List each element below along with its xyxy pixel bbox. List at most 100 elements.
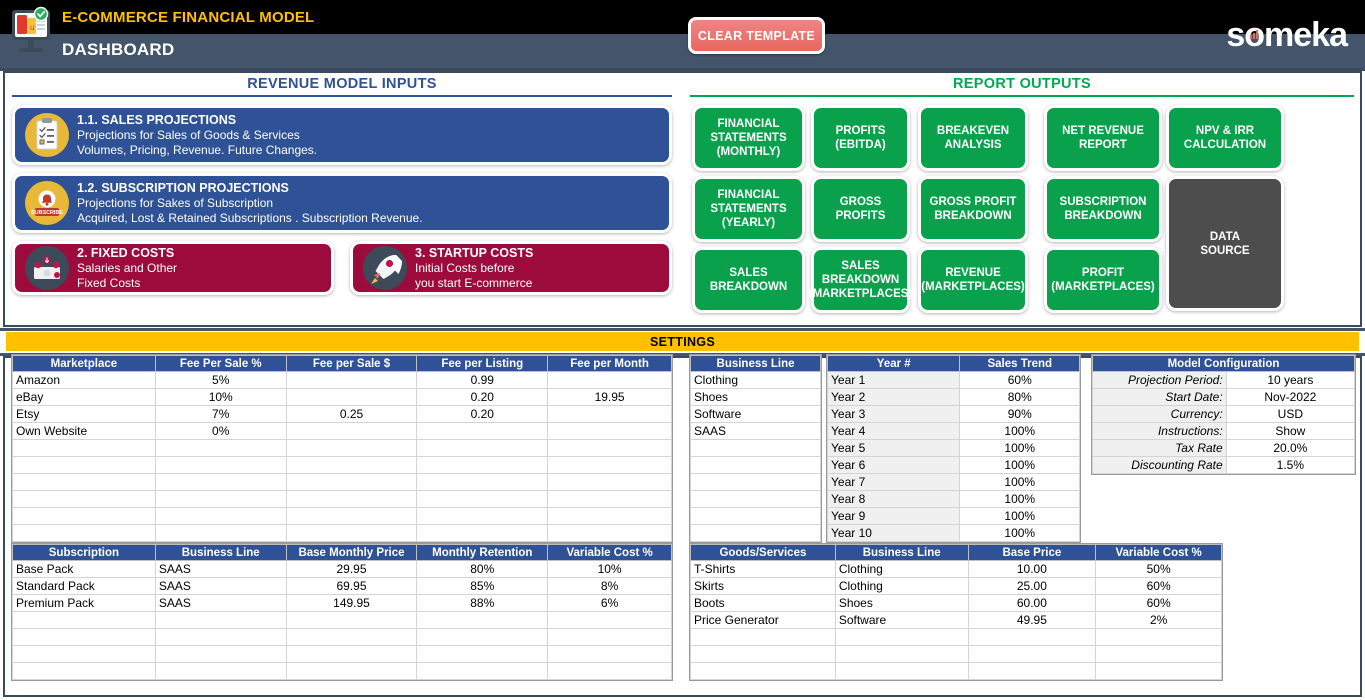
table-row[interactable]: Currency: USD (1092, 405, 1356, 423)
table-cell[interactable]: 25.00 (967, 577, 1097, 595)
table-cell[interactable] (547, 422, 672, 440)
table-cell[interactable] (12, 524, 156, 542)
table-row[interactable]: Base Pack SAAS 29.95 80% 10% (12, 560, 672, 578)
table-cell[interactable]: 49.95 (967, 611, 1097, 629)
table-row[interactable]: Software (690, 405, 821, 423)
table-cell[interactable] (154, 439, 287, 457)
table-row[interactable]: Shoes (690, 388, 821, 406)
table-row[interactable] (12, 611, 672, 629)
table-cell[interactable] (834, 645, 969, 663)
table-cell[interactable] (690, 507, 821, 525)
table-cell[interactable] (416, 645, 549, 663)
table-cell[interactable]: Instructions: (1092, 422, 1227, 440)
table-cell[interactable]: 10% (154, 388, 287, 406)
sales-trend-table[interactable]: Year # Sales Trend Year 1 60% Year 2 80% Year … (826, 354, 1081, 543)
table-cell[interactable] (12, 645, 156, 663)
table-cell[interactable]: 5% (154, 371, 287, 389)
table-cell[interactable] (416, 439, 549, 457)
table-cell[interactable] (12, 662, 156, 680)
sales-projections-button[interactable]: 1.1. SALES PROJECTIONS Projections for S… (12, 105, 672, 165)
table-row[interactable]: Year 8 100% (826, 490, 1080, 508)
table-row[interactable] (690, 628, 1222, 646)
table-cell[interactable] (834, 628, 969, 646)
table-cell[interactable] (547, 439, 672, 457)
table-cell[interactable] (154, 456, 287, 474)
table-cell[interactable] (690, 662, 836, 680)
table-cell[interactable]: Year 6 (826, 456, 961, 474)
subscription-projections-button[interactable]: SUBSCRIBE 1.2. SUBSCRIPTION PROJECTIONS … (12, 173, 672, 233)
table-row[interactable]: Standard Pack SAAS 69.95 85% 8% (12, 577, 672, 595)
table-cell[interactable]: 60% (959, 371, 1080, 389)
table-cell[interactable]: Premium Pack (12, 594, 156, 612)
table-cell[interactable]: Year 4 (826, 422, 961, 440)
report-button-financial-statements-yearly[interactable]: FINANCIAL STATEMENTS (YEARLY) (692, 176, 805, 242)
table-row[interactable]: Instructions: Show (1092, 422, 1356, 440)
report-button-net-revenue-report[interactable]: NET REVENUE REPORT (1044, 105, 1162, 171)
table-cell[interactable]: 149.95 (285, 594, 418, 612)
table-cell[interactable] (690, 439, 821, 457)
report-button-gross-profits[interactable]: GROSS PROFITS (811, 176, 910, 242)
table-cell[interactable]: Year 3 (826, 405, 961, 423)
report-button-gross-profit-breakdown[interactable]: GROSS PROFIT BREAKDOWN (918, 176, 1028, 242)
table-row[interactable]: Year 10 100% (826, 524, 1080, 542)
table-cell[interactable] (690, 628, 836, 646)
table-cell[interactable] (12, 490, 156, 508)
table-cell[interactable]: Skirts (690, 577, 836, 595)
table-cell[interactable] (416, 662, 549, 680)
table-cell[interactable] (1095, 645, 1222, 663)
table-cell[interactable] (416, 490, 549, 508)
table-cell[interactable]: Year 8 (826, 490, 961, 508)
table-row[interactable]: Clothing (690, 371, 821, 389)
table-cell[interactable]: 90% (959, 405, 1080, 423)
table-cell[interactable] (285, 371, 418, 389)
table-cell[interactable]: Etsy (12, 405, 156, 423)
table-cell[interactable] (416, 422, 549, 440)
table-cell[interactable] (285, 422, 418, 440)
table-cell[interactable] (154, 473, 287, 491)
table-cell[interactable] (416, 524, 549, 542)
table-row[interactable] (690, 490, 821, 508)
table-cell[interactable] (285, 524, 418, 542)
table-row[interactable] (12, 439, 672, 457)
table-cell[interactable]: 0.20 (416, 388, 549, 406)
table-cell[interactable]: 88% (416, 594, 549, 612)
table-cell[interactable]: 0.99 (416, 371, 549, 389)
table-cell[interactable]: Year 10 (826, 524, 961, 542)
table-row[interactable] (690, 524, 821, 542)
table-cell[interactable]: 6% (547, 594, 672, 612)
table-cell[interactable] (12, 628, 156, 646)
table-cell[interactable]: Clothing (834, 577, 969, 595)
table-cell[interactable]: 100% (959, 422, 1080, 440)
table-cell[interactable] (154, 645, 287, 663)
table-cell[interactable]: 100% (959, 456, 1080, 474)
table-row[interactable]: eBay 10% 0.20 19.95 (12, 388, 672, 406)
table-cell[interactable]: Start Date: (1092, 388, 1227, 406)
table-cell[interactable]: 80% (416, 560, 549, 578)
business-line-table[interactable]: Business Line Clothing Shoes Software SAAS (689, 354, 822, 543)
table-cell[interactable] (967, 645, 1097, 663)
table-cell[interactable] (967, 628, 1097, 646)
table-cell[interactable]: Currency: (1092, 405, 1227, 423)
table-cell[interactable]: 100% (959, 524, 1080, 542)
table-cell[interactable]: 10% (547, 560, 672, 578)
table-row[interactable]: Start Date: Nov-2022 (1092, 388, 1356, 406)
table-cell[interactable]: Shoes (690, 388, 821, 406)
table-row[interactable]: T-Shirts Clothing 10.00 50% (690, 560, 1222, 578)
report-button-revenue-marketplaces[interactable]: REVENUE (MARKETPLACES) (918, 247, 1028, 313)
model-configuration-table[interactable]: Model Configuration Projection Period: 10 … (1091, 354, 1356, 475)
table-cell[interactable]: 2% (1095, 611, 1222, 629)
table-cell[interactable]: Year 9 (826, 507, 961, 525)
table-cell[interactable] (416, 611, 549, 629)
table-row[interactable] (12, 645, 672, 663)
report-button-sales-breakdown[interactable]: SALES BREAKDOWN (692, 247, 805, 313)
table-cell[interactable]: 0.20 (416, 405, 549, 423)
table-cell[interactable] (416, 507, 549, 525)
table-row[interactable]: Amazon 5% 0.99 (12, 371, 672, 389)
table-cell[interactable] (690, 490, 821, 508)
table-cell[interactable]: SAAS (154, 560, 287, 578)
fixed-costs-button[interactable]: 2. FIXED COSTS Salaries and Other Fixed … (12, 241, 334, 295)
table-row[interactable] (12, 662, 672, 680)
table-row[interactable] (12, 473, 672, 491)
table-row[interactable] (690, 439, 821, 457)
table-row[interactable]: Own Website 0% (12, 422, 672, 440)
